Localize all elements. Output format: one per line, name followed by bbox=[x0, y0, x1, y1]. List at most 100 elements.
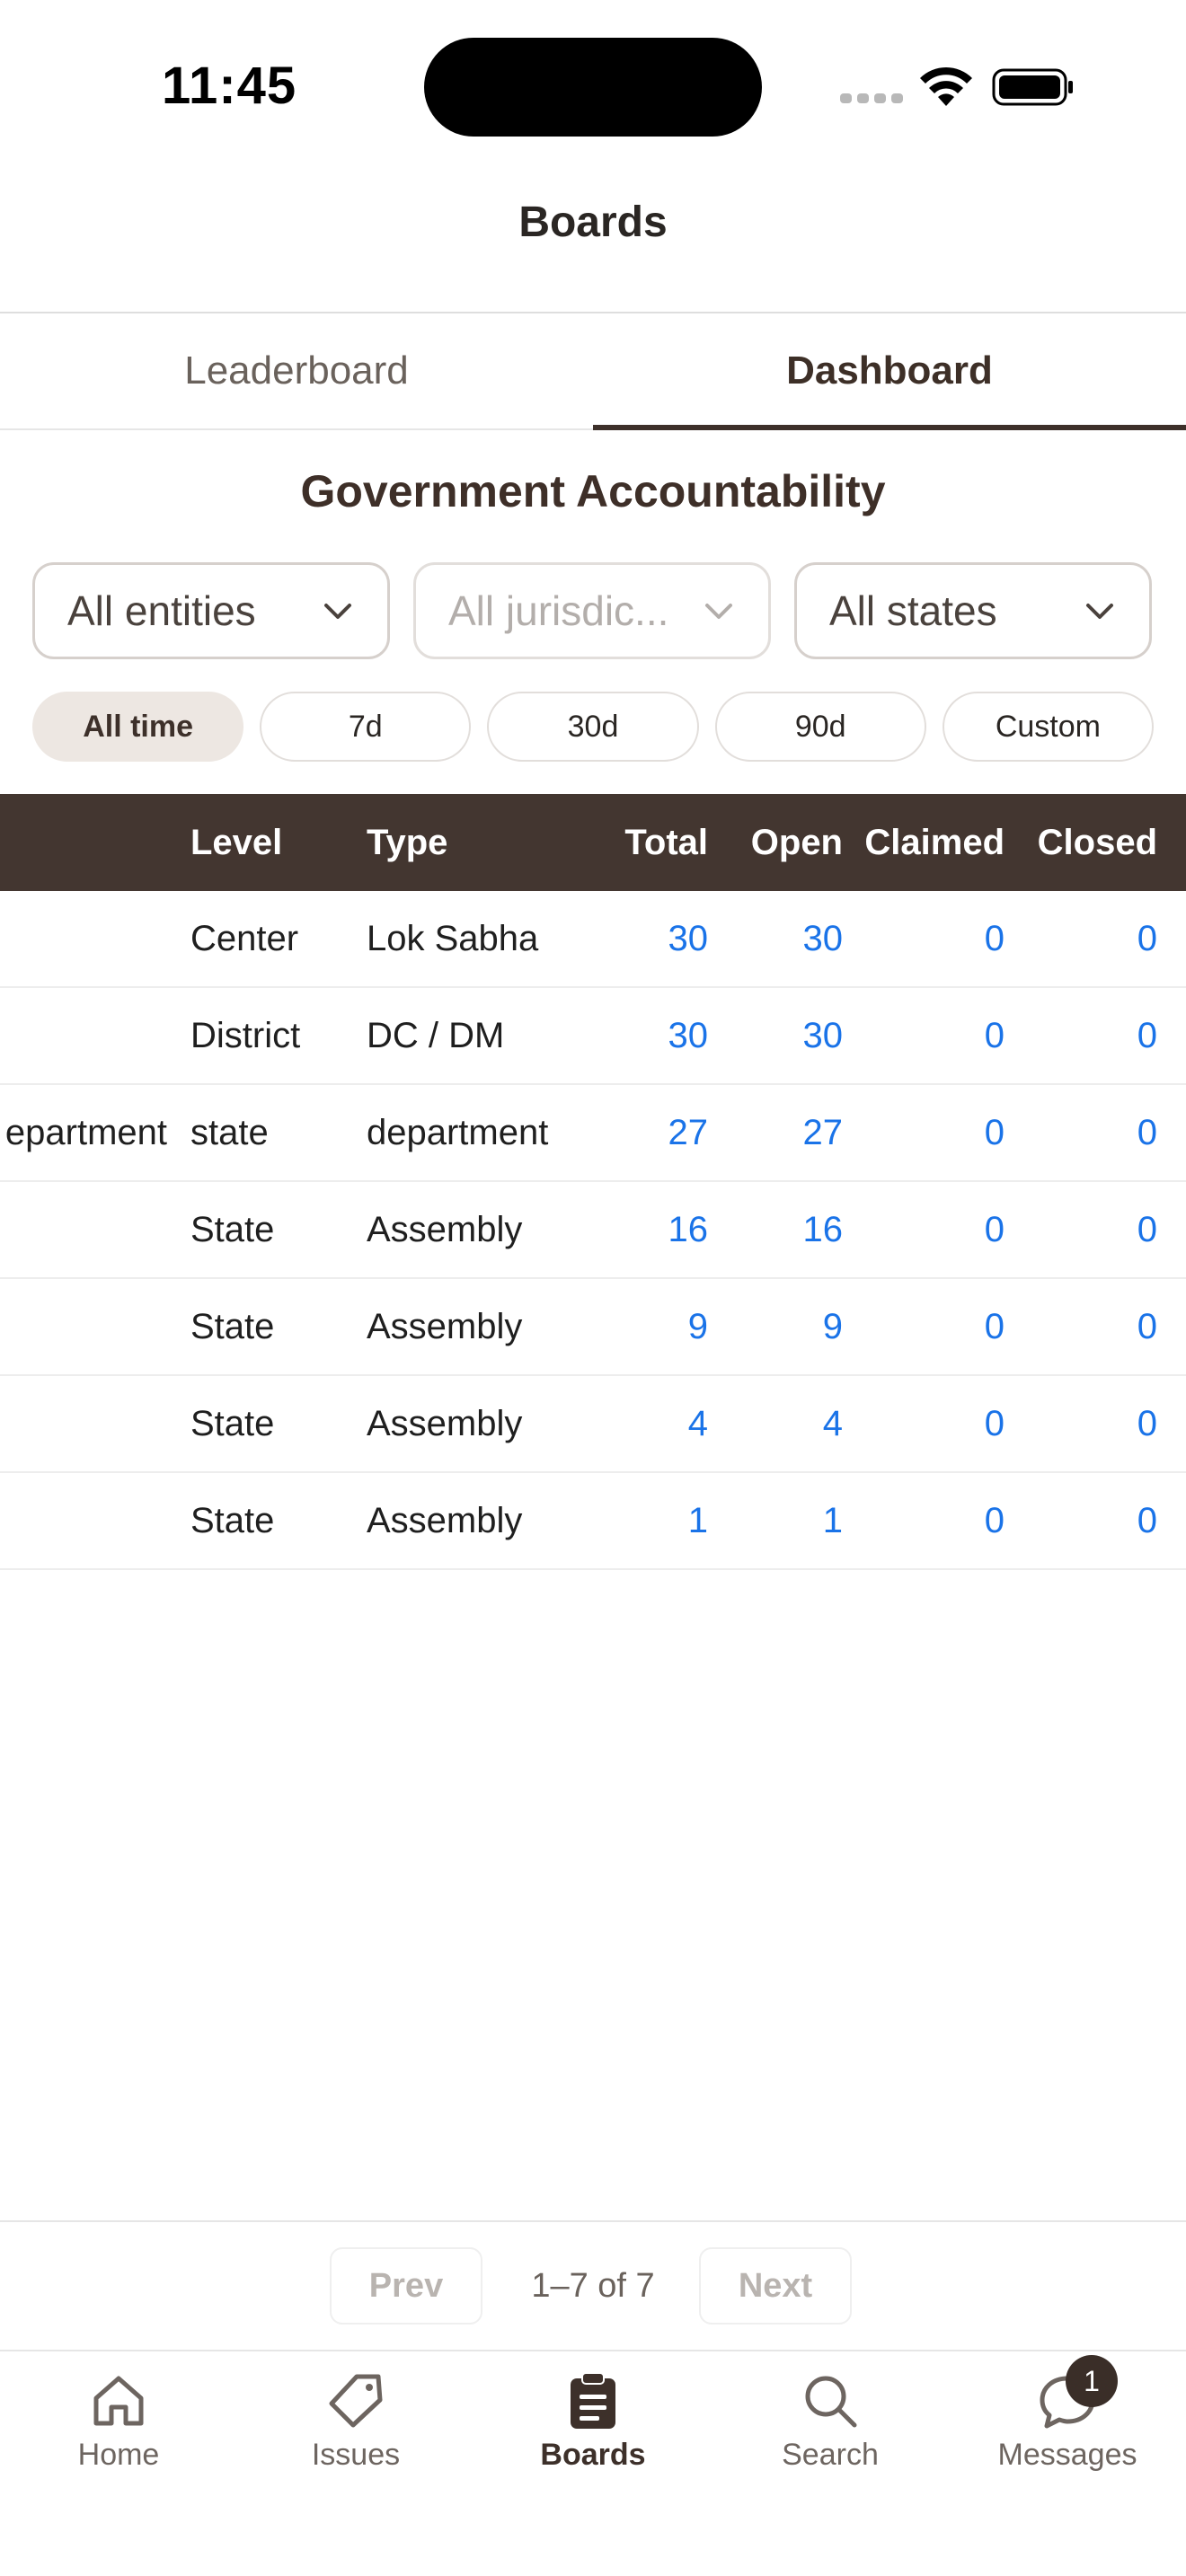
cell-closed-link[interactable]: 0 bbox=[1005, 1210, 1157, 1250]
table-row[interactable]: Center Lok Sabha 30 30 0 0 bbox=[0, 891, 1186, 988]
tab-leaderboard[interactable]: Leaderboard bbox=[0, 313, 593, 428]
table-row[interactable]: State Assembly 1 1 0 0 bbox=[0, 1473, 1186, 1570]
tag-icon bbox=[329, 2374, 383, 2428]
chevron-down-icon bbox=[705, 604, 732, 619]
chip-all-time[interactable]: All time bbox=[32, 692, 244, 762]
cell-total-link[interactable]: 16 bbox=[607, 1210, 709, 1250]
nav-home[interactable]: Home bbox=[0, 2351, 237, 2576]
cell-open-link[interactable]: 30 bbox=[708, 919, 844, 959]
tab-dashboard[interactable]: Dashboard bbox=[593, 313, 1186, 430]
nav-search-label: Search bbox=[782, 2438, 879, 2472]
chevron-down-icon bbox=[324, 604, 351, 619]
chip-30d[interactable]: 30d bbox=[487, 692, 699, 762]
cell-total-link[interactable]: 9 bbox=[607, 1307, 708, 1347]
states-dropdown[interactable]: All states bbox=[794, 562, 1152, 659]
status-bar: 11:45 bbox=[0, 0, 1186, 171]
segment-tabs: Leaderboard Dashboard bbox=[0, 313, 1186, 430]
nav-boards[interactable]: Boards bbox=[474, 2351, 712, 2576]
prev-page-button[interactable]: Prev bbox=[330, 2247, 482, 2325]
search-icon bbox=[805, 2376, 857, 2428]
cell-type: DC / DM bbox=[367, 1015, 505, 1055]
cell-closed-link[interactable]: 0 bbox=[1005, 1501, 1157, 1541]
pagination: Prev 1–7 of 7 Next bbox=[0, 2247, 1186, 2325]
section-title: Government Accountability bbox=[300, 466, 886, 516]
cell-claimed-link[interactable]: 0 bbox=[843, 1016, 1005, 1056]
nav-issues-label: Issues bbox=[311, 2438, 401, 2472]
cell-type: Assembly bbox=[367, 1500, 523, 1540]
cell-total-link[interactable]: 4 bbox=[607, 1404, 708, 1444]
cell-claimed-link[interactable]: 0 bbox=[843, 1113, 1005, 1153]
chip-90d[interactable]: 90d bbox=[714, 692, 926, 762]
cell-closed-link[interactable]: 0 bbox=[1005, 1404, 1157, 1444]
header-claimed[interactable]: Claimed bbox=[843, 823, 1005, 863]
cell-open-link[interactable]: 16 bbox=[708, 1210, 844, 1250]
cell-claimed-link[interactable]: 0 bbox=[843, 1307, 1005, 1347]
entities-dropdown[interactable]: All entities bbox=[32, 562, 390, 659]
cell-open-link[interactable]: 9 bbox=[708, 1307, 843, 1347]
cellular-signal-icon bbox=[840, 93, 903, 103]
header-type[interactable]: Type bbox=[367, 823, 607, 863]
cell-name: epartment bbox=[4, 1112, 167, 1152]
cell-total-link[interactable]: 30 bbox=[607, 1016, 709, 1056]
cell-level: Center bbox=[190, 918, 299, 958]
chip-custom[interactable]: Custom bbox=[942, 692, 1155, 762]
cell-closed-link[interactable]: 0 bbox=[1005, 919, 1157, 959]
cell-level: State bbox=[190, 1500, 275, 1540]
cell-claimed-link[interactable]: 0 bbox=[843, 1210, 1005, 1250]
cell-level: state bbox=[190, 1112, 269, 1152]
nav-search[interactable]: Search bbox=[712, 2351, 949, 2576]
cell-type: Assembly bbox=[367, 1306, 523, 1346]
cell-total-link[interactable]: 30 bbox=[607, 919, 709, 959]
filter-row: All entities All jurisdic... All states bbox=[32, 562, 1154, 659]
table-row[interactable]: State Assembly 9 9 0 0 bbox=[0, 1279, 1186, 1376]
clipboard-icon bbox=[571, 2372, 615, 2429]
table-row[interactable]: State Assembly 16 16 0 0 bbox=[0, 1182, 1186, 1279]
jurisdictions-dropdown-value: All jurisdic... bbox=[448, 587, 669, 634]
cell-open-link[interactable]: 4 bbox=[708, 1404, 843, 1444]
states-dropdown-value: All states bbox=[829, 587, 997, 634]
nav-issues[interactable]: Issues bbox=[237, 2351, 474, 2576]
cell-claimed-link[interactable]: 0 bbox=[843, 1501, 1005, 1541]
table-row[interactable]: State Assembly 4 4 0 0 bbox=[0, 1376, 1186, 1473]
table-row[interactable]: epartment state department 27 27 0 0 bbox=[0, 1085, 1186, 1182]
messages-badge: 1 bbox=[1066, 2355, 1118, 2407]
dynamic-island bbox=[424, 38, 762, 137]
cell-total-link[interactable]: 27 bbox=[607, 1113, 709, 1153]
cell-open-link[interactable]: 27 bbox=[708, 1113, 844, 1153]
battery-icon bbox=[992, 68, 1073, 106]
next-page-button[interactable]: Next bbox=[699, 2247, 852, 2325]
page-info: 1–7 of 7 bbox=[531, 2266, 655, 2305]
cell-level: State bbox=[190, 1306, 275, 1346]
time-range-chips: All time 7d 30d 90d Custom bbox=[32, 692, 1155, 762]
cell-closed-link[interactable]: 0 bbox=[1005, 1016, 1157, 1056]
chip-7d[interactable]: 7d bbox=[260, 692, 472, 762]
cell-level: State bbox=[190, 1209, 275, 1249]
cell-level: State bbox=[190, 1403, 275, 1443]
accountability-table: Level Type Total Open Claimed Closed Cen… bbox=[0, 794, 1186, 1570]
header-total[interactable]: Total bbox=[607, 823, 708, 863]
cell-type: Assembly bbox=[367, 1209, 523, 1249]
cell-open-link[interactable]: 30 bbox=[708, 1016, 844, 1056]
cell-total-link[interactable]: 1 bbox=[607, 1501, 708, 1541]
cell-closed-link[interactable]: 0 bbox=[1005, 1307, 1157, 1347]
header-open[interactable]: Open bbox=[708, 823, 843, 863]
nav-messages-label: Messages bbox=[997, 2438, 1137, 2472]
cell-level: District bbox=[190, 1015, 301, 1055]
bottom-tab-bar: Home Issues Boards Search Messages bbox=[0, 2350, 1186, 2576]
chevron-down-icon bbox=[1086, 604, 1113, 619]
entities-dropdown-value: All entities bbox=[67, 587, 256, 634]
cell-type: department bbox=[367, 1112, 549, 1152]
status-time: 11:45 bbox=[162, 57, 297, 115]
cell-closed-link[interactable]: 0 bbox=[1005, 1113, 1157, 1153]
cell-type: Assembly bbox=[367, 1403, 523, 1443]
cell-open-link[interactable]: 1 bbox=[708, 1501, 843, 1541]
home-icon bbox=[93, 2376, 144, 2426]
jurisdictions-dropdown[interactable]: All jurisdic... bbox=[413, 562, 771, 659]
header-level[interactable]: Level bbox=[190, 823, 367, 863]
boards-screen: 11:45 Boards Leaderboard Dashboard Gover… bbox=[0, 0, 1186, 2576]
cell-claimed-link[interactable]: 0 bbox=[843, 919, 1005, 959]
cell-claimed-link[interactable]: 0 bbox=[843, 1404, 1005, 1444]
cell-type: Lok Sabha bbox=[367, 918, 539, 958]
table-row[interactable]: District DC / DM 30 30 0 0 bbox=[0, 988, 1186, 1085]
header-closed[interactable]: Closed bbox=[1005, 823, 1157, 863]
